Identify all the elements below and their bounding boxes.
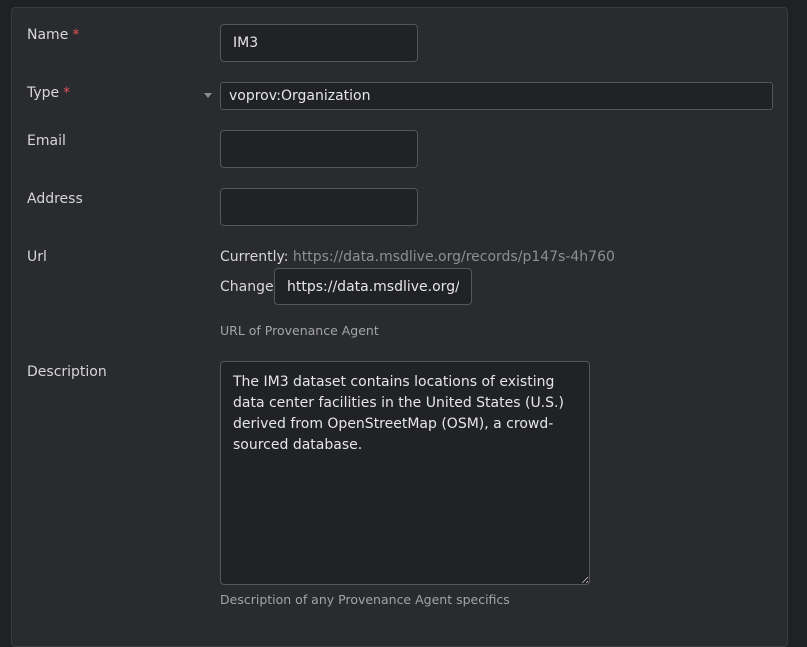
description-help-text: Description of any Provenance Agent spec… bbox=[220, 592, 510, 607]
url-change-label: Change: bbox=[220, 279, 279, 295]
url-currently: Currently: https://data.msdlive.org/reco… bbox=[220, 248, 615, 266]
name-input[interactable] bbox=[220, 24, 418, 62]
email-label: Email bbox=[27, 133, 66, 149]
description-label: Description bbox=[27, 364, 107, 380]
name-label-text: Name bbox=[27, 27, 69, 43]
type-label: Type * bbox=[27, 84, 70, 102]
url-change-input[interactable] bbox=[274, 268, 472, 305]
url-help-text: URL of Provenance Agent bbox=[220, 323, 379, 338]
url-currently-link[interactable]: https://data.msdlive.org/records/p147s-4… bbox=[293, 249, 615, 265]
required-mark: * bbox=[72, 27, 80, 43]
type-selected-value: voprov:Organization bbox=[229, 88, 371, 104]
name-label: Name * bbox=[27, 26, 79, 44]
email-input[interactable] bbox=[220, 130, 418, 168]
chevron-down-icon[interactable] bbox=[204, 93, 212, 98]
url-currently-label: Currently: bbox=[220, 249, 289, 265]
address-input[interactable] bbox=[220, 188, 418, 226]
url-label: Url bbox=[27, 249, 47, 265]
required-mark: * bbox=[63, 85, 71, 101]
type-select[interactable]: voprov:Organization bbox=[220, 82, 773, 110]
address-label: Address bbox=[27, 191, 83, 207]
description-textarea[interactable]: The IM3 dataset contains locations of ex… bbox=[220, 361, 590, 585]
type-label-text: Type bbox=[27, 85, 60, 101]
